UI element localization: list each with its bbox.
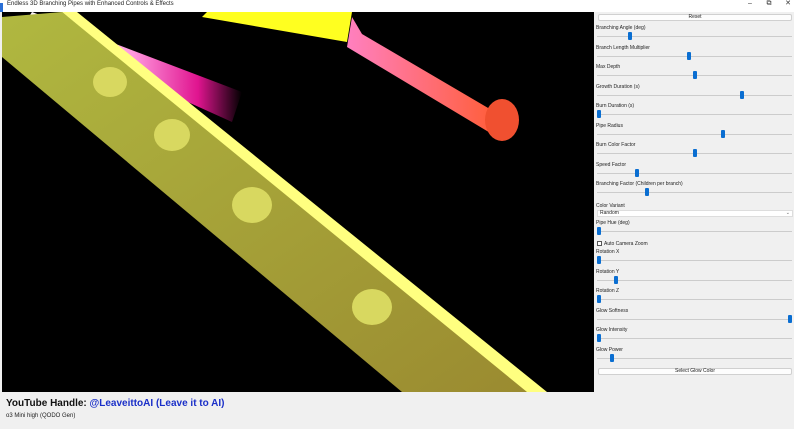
slider-track [597, 36, 792, 37]
slider-track [597, 260, 792, 261]
window-title: Endless 3D Branching Pipes with Enhanced… [7, 1, 174, 7]
slider-handle[interactable] [635, 168, 640, 177]
rotation-y-label: Rotation Y [596, 268, 620, 275]
slider-handle[interactable] [610, 353, 615, 362]
max-depth-label: Max Depth [596, 64, 621, 70]
slider-handle[interactable] [692, 149, 697, 157]
branch-length-multiplier-label: Branch Length Multiplier [596, 44, 650, 51]
pipe-hue-deg-label: Pipe Hue (deg) [596, 220, 630, 226]
burn-color-factor-slider[interactable] [597, 149, 792, 157]
glow-intensity-slider[interactable] [597, 334, 792, 342]
slider-handle[interactable] [627, 32, 632, 40]
pipe-hue-deg-slider[interactable] [597, 227, 792, 235]
close-button[interactable]: ✕ [781, 0, 794, 8]
slider-track [597, 357, 792, 359]
slider-track [597, 192, 792, 193]
slider-handle[interactable] [597, 295, 601, 303]
rotation-y-slider[interactable] [597, 275, 792, 284]
branching-factor-children-per-branch-label: Branching Factor (Children per branch) [596, 181, 683, 187]
slider-handle[interactable] [788, 314, 792, 323]
slider-handle[interactable] [644, 188, 649, 196]
rotation-z-label: Rotation Z [596, 288, 620, 294]
growth-duration-s-slider[interactable] [597, 90, 792, 99]
chevron-down-icon: ⌄ [785, 210, 790, 216]
slider-track [597, 299, 792, 300]
burn-duration-s-label: Burn Duration (s) [596, 103, 635, 109]
glow-softness-label: Glow Softness [596, 307, 629, 314]
auto-camera-zoom-checkbox[interactable] [597, 241, 602, 246]
branching-factor-children-per-branch-slider[interactable] [597, 188, 792, 196]
slider-handle[interactable] [721, 129, 726, 138]
glow-power-label: Glow Power [596, 346, 623, 353]
pipe-olive-highlight [62, 12, 547, 392]
slider-track [597, 172, 792, 174]
slider-handle[interactable] [597, 256, 601, 264]
glow-intensity-label: Glow Intensity [596, 327, 628, 333]
slider-handle[interactable] [597, 110, 601, 118]
render-canvas[interactable] [2, 12, 594, 392]
slider-handle[interactable] [614, 275, 619, 284]
pipe-radius-slider[interactable] [597, 129, 792, 138]
speed-factor-label: Speed Factor [596, 161, 627, 168]
color-variant-value: Random [600, 210, 619, 216]
slider-track [597, 279, 792, 281]
slider-track [597, 231, 792, 232]
color-variant-select[interactable]: Random ⌄ [597, 210, 793, 217]
youtube-prefix: YouTube Handle: [6, 398, 90, 409]
minimize-button[interactable]: – [743, 0, 757, 8]
rotation-x-slider[interactable] [597, 256, 792, 264]
burn-color-factor-label: Burn Color Factor [596, 142, 636, 148]
youtube-handle: YouTube Handle: @LeaveittoAI (Leave it t… [6, 398, 224, 409]
color-variant-label: Color Variant [596, 203, 625, 209]
slider-handle[interactable] [597, 334, 601, 342]
reset-button[interactable]: Reset [598, 14, 792, 21]
pipe-radius-label: Pipe Radius [596, 122, 623, 129]
slider-handle[interactable] [692, 71, 697, 79]
rotation-z-slider[interactable] [597, 295, 792, 303]
branching-angle-deg-slider[interactable] [597, 32, 792, 40]
slider-track [597, 114, 792, 115]
branch-length-multiplier-slider[interactable] [597, 51, 792, 60]
glow-softness-slider[interactable] [597, 314, 792, 323]
controls-panel: Reset Branching Angle (deg) Branch Length… [595, 12, 794, 392]
select-glow-color-button[interactable]: Select Glow Color [598, 368, 792, 375]
app-icon [0, 3, 3, 12]
youtube-handle-name: @LeaveittoAI (Leave it to AI) [89, 398, 225, 409]
pipe-pink-end [485, 99, 519, 141]
subtitle: o3 Mini high (QODO Gen) [6, 413, 76, 419]
pipe-yellow-top [202, 12, 352, 42]
speed-factor-slider[interactable] [597, 168, 792, 177]
slider-track [597, 318, 792, 320]
slider-track [597, 94, 792, 96]
slider-handle[interactable] [686, 51, 691, 60]
title-bar: Endless 3D Branching Pipes with Enhanced… [0, 0, 794, 12]
burn-duration-s-slider[interactable] [597, 110, 792, 118]
slider-track [597, 338, 792, 339]
slider-track [597, 133, 792, 135]
auto-camera-zoom-label: Auto Camera Zoom [604, 241, 648, 247]
branching-angle-deg-label: Branching Angle (deg) [596, 25, 646, 31]
slider-track [597, 55, 792, 57]
pipes-render [2, 12, 547, 392]
slider-handle[interactable] [740, 90, 745, 99]
rotation-x-label: Rotation X [596, 249, 620, 255]
max-depth-slider[interactable] [597, 71, 792, 79]
maximize-button[interactable]: ⧉ [762, 0, 776, 8]
glow-power-slider[interactable] [597, 353, 792, 362]
slider-handle[interactable] [597, 227, 601, 235]
growth-duration-s-label: Growth Duration (s) [596, 83, 640, 90]
